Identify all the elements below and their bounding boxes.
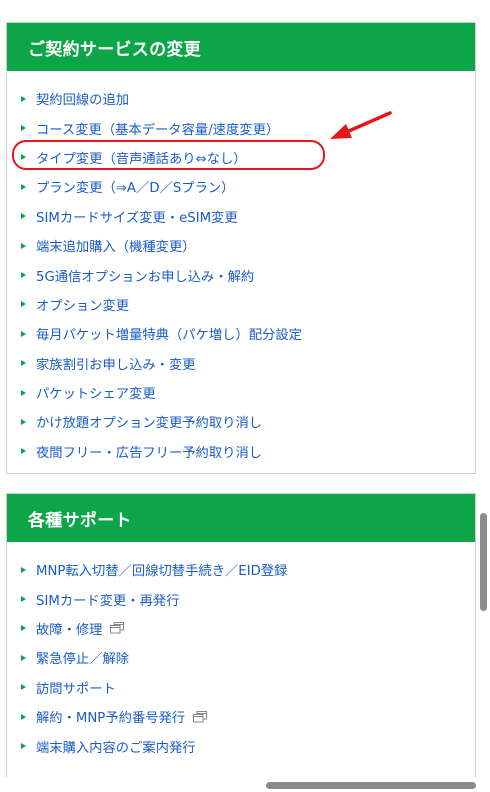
support-panel: 各種サポート MNP転入切替／回線切替手続き／EID登録 SIMカード変更・再発… <box>6 493 476 777</box>
bullet-arrow-icon <box>21 154 26 161</box>
menu-item-label[interactable]: 訪問サポート <box>36 678 116 697</box>
menu-item-label[interactable]: SIMカード変更・再発行 <box>36 590 180 609</box>
bullet-arrow-icon <box>21 566 26 573</box>
menu-item-label[interactable]: コース変更（基本データ容量/速度変更） <box>36 119 279 138</box>
page: ご契約サービスの変更 契約回線の追加 コース変更（基本データ容量/速度変更） タ… <box>0 0 490 792</box>
menu-item-label[interactable]: オプション変更 <box>36 295 129 314</box>
menu-item-label[interactable]: 故障・修理 <box>36 619 102 638</box>
bullet-arrow-icon <box>21 330 26 337</box>
contract-service-panel: ご契約サービスの変更 契約回線の追加 コース変更（基本データ容量/速度変更） タ… <box>6 22 476 474</box>
external-window-icon <box>110 622 125 634</box>
menu-item-label[interactable]: 家族割引お申し込み・変更 <box>36 354 196 373</box>
menu-item-label[interactable]: SIMカードサイズ変更・eSIM変更 <box>36 207 238 226</box>
vertical-scrollbar[interactable] <box>480 513 487 611</box>
menu-item-type-change[interactable]: タイプ変更（音声通話あり⇔なし） <box>7 143 475 172</box>
menu-item-label[interactable]: 5G通信オプションお申し込み・解約 <box>36 266 254 285</box>
bullet-arrow-icon <box>21 448 26 455</box>
support-header: 各種サポート <box>7 494 475 542</box>
menu-item-label[interactable]: 夜間フリー・広告フリー予約取り消し <box>36 442 262 461</box>
menu-item-label[interactable]: MNP転入切替／回線切替手続き／EID登録 <box>36 560 287 579</box>
bullet-arrow-icon <box>21 743 26 750</box>
bullet-arrow-icon <box>21 360 26 367</box>
bullet-arrow-icon <box>21 596 26 603</box>
menu-item-5g-option[interactable]: 5G通信オプションお申し込み・解約 <box>7 260 475 289</box>
contract-service-header: ご契約サービスの変更 <box>7 23 475 71</box>
menu-item-label[interactable]: パケットシェア変更 <box>36 383 156 402</box>
menu-item-cancel-mnp[interactable]: 解約・MNP予約番号発行 <box>7 702 475 731</box>
menu-item-add-line[interactable]: 契約回線の追加 <box>7 84 475 113</box>
bullet-arrow-icon <box>21 301 26 308</box>
menu-item-device-purchase[interactable]: 端末追加購入（機種変更） <box>7 231 475 260</box>
menu-item-plan-change[interactable]: プラン変更（⇒A／D／Sプラン） <box>7 172 475 201</box>
bullet-arrow-icon <box>21 272 26 279</box>
bullet-arrow-icon <box>21 242 26 249</box>
menu-item-sim-reissue[interactable]: SIMカード変更・再発行 <box>7 584 475 613</box>
menu-item-unlimited-call-cancel[interactable]: かけ放題オプション変更予約取り消し <box>7 407 475 436</box>
menu-item-repair[interactable]: 故障・修理 <box>7 614 475 643</box>
bullet-arrow-icon <box>21 95 26 102</box>
bullet-arrow-icon <box>21 213 26 220</box>
contract-service-menu: 契約回線の追加 コース変更（基本データ容量/速度変更） タイプ変更（音声通話あり… <box>7 71 475 466</box>
menu-item-label[interactable]: 解約・MNP予約番号発行 <box>36 707 185 726</box>
contract-service-title: ご契約サービスの変更 <box>28 39 201 60</box>
menu-item-label[interactable]: タイプ変更（音声通話あり⇔なし） <box>36 148 247 167</box>
menu-item-course-change[interactable]: コース変更（基本データ容量/速度変更） <box>7 113 475 142</box>
bullet-arrow-icon <box>21 389 26 396</box>
bullet-arrow-icon <box>21 684 26 691</box>
menu-item-mnp-transfer[interactable]: MNP転入切替／回線切替手続き／EID登録 <box>7 555 475 584</box>
bullet-arrow-icon <box>21 183 26 190</box>
menu-item-packet-share[interactable]: パケットシェア変更 <box>7 378 475 407</box>
bullet-arrow-icon <box>21 654 26 661</box>
menu-item-label[interactable]: 毎月パケット増量特典（パケ増し）配分設定 <box>36 324 302 343</box>
menu-item-night-free-cancel[interactable]: 夜間フリー・広告フリー予約取り消し <box>7 437 475 466</box>
menu-item-label[interactable]: 端末購入内容のご案内発行 <box>36 737 196 756</box>
menu-item-label[interactable]: プラン変更（⇒A／D／Sプラン） <box>36 177 234 196</box>
bullet-arrow-icon <box>21 625 26 632</box>
external-window-icon <box>193 710 208 723</box>
menu-item-sim-size-change[interactable]: SIMカードサイズ変更・eSIM変更 <box>7 202 475 231</box>
menu-item-family-discount[interactable]: 家族割引お申し込み・変更 <box>7 349 475 378</box>
red-arrow-icon <box>330 111 392 139</box>
menu-item-purchase-info[interactable]: 端末購入内容のご案内発行 <box>7 731 475 760</box>
bullet-arrow-icon <box>21 713 26 720</box>
menu-item-visit-support[interactable]: 訪問サポート <box>7 673 475 702</box>
menu-item-packet-bonus[interactable]: 毎月パケット増量特典（パケ増し）配分設定 <box>7 319 475 348</box>
menu-item-label[interactable]: 契約回線の追加 <box>36 89 129 108</box>
menu-item-label[interactable]: 緊急停止／解除 <box>36 648 129 667</box>
menu-item-option-change[interactable]: オプション変更 <box>7 290 475 319</box>
menu-item-label[interactable]: かけ放題オプション変更予約取り消し <box>36 412 262 431</box>
menu-item-label[interactable]: 端末追加購入（機種変更） <box>36 236 196 255</box>
menu-item-emergency-stop[interactable]: 緊急停止／解除 <box>7 643 475 672</box>
support-title: 各種サポート <box>28 510 132 531</box>
horizontal-scrollbar[interactable] <box>266 782 476 789</box>
bullet-arrow-icon <box>21 418 26 425</box>
support-menu: MNP転入切替／回線切替手続き／EID登録 SIMカード変更・再発行 故障・修理… <box>7 542 475 761</box>
bullet-arrow-icon <box>21 125 26 132</box>
